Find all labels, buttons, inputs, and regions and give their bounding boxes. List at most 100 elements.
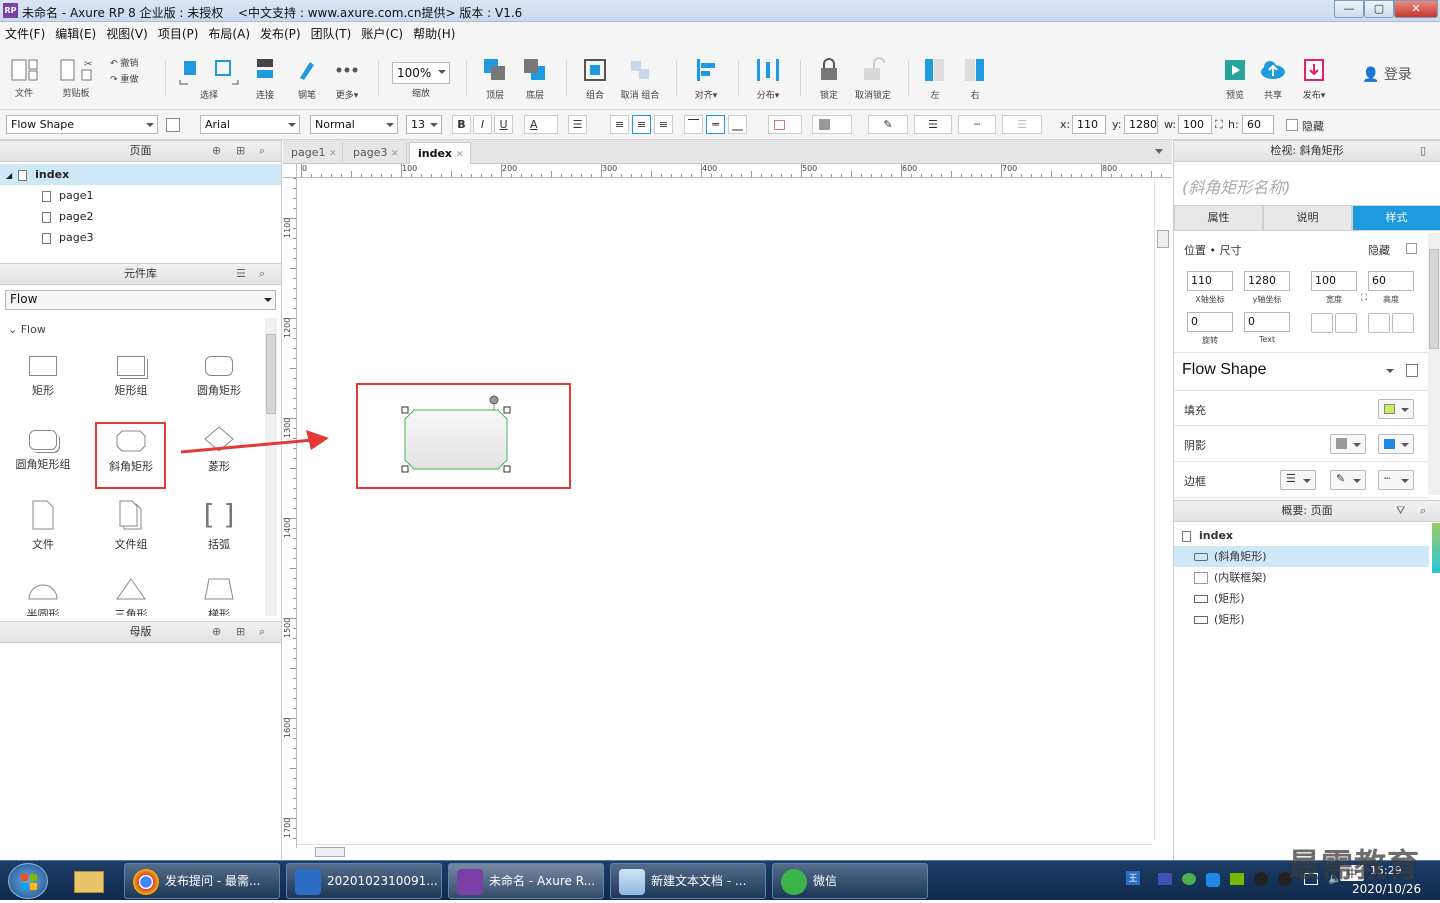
unlock-button[interactable]: 取消锁定 [852,56,894,101]
widget-rectangle-group[interactable]: 矩形组 [101,356,161,398]
menu-file[interactable]: 文件(F) [0,22,50,45]
inspector-hidden-checkbox[interactable] [1406,243,1417,254]
menu-account[interactable]: 账户(C) [356,22,408,45]
preview-button[interactable]: 预览 [1220,56,1250,101]
outer-shadow-picker[interactable] [1330,434,1366,454]
tab-page1[interactable]: page1 ✕ [283,142,343,164]
top-layer-button[interactable]: 顶层 [480,56,510,101]
outline-root[interactable]: index [1174,525,1429,546]
outline-item[interactable]: (矩形) [1174,609,1429,630]
add-master-icon[interactable]: ⊕ [212,622,221,642]
flip-horizontal-icon[interactable] [1311,313,1333,333]
menu-team[interactable]: 团队(T) [306,22,357,45]
tabs-dropdown-icon[interactable] [1155,149,1163,154]
maximize-button[interactable]: ▢ [1364,0,1394,18]
horizontal-scrollbar[interactable] [297,844,1152,858]
search-icon[interactable]: ⌕ [259,141,265,161]
shadow-button[interactable] [812,115,852,134]
flip-vertical-icon[interactable] [1335,313,1357,333]
task-notepad[interactable]: 新建文本文档 - ... [610,863,766,899]
menu-arrange[interactable]: 布局(A) [203,22,255,45]
tab-style[interactable]: 样式 [1352,205,1440,231]
page-item-index[interactable]: ◢ index [0,164,281,185]
connect-button[interactable]: 连接 [250,56,280,101]
rotation-input[interactable]: 0 [1187,312,1233,332]
align-button[interactable]: 对齐▾ [688,56,724,101]
inner-shadow-picker[interactable] [1378,434,1414,454]
inspector-y-input[interactable]: 1280 [1244,271,1290,291]
tray-qq-icon[interactable] [1254,872,1268,886]
font-size-select[interactable]: 13 [406,115,442,134]
group-button[interactable]: 组合 [578,56,612,101]
menu-publish[interactable]: 发布(P) [255,22,306,45]
fit-width-icon[interactable] [1368,313,1390,333]
underline-button[interactable]: U [494,115,513,134]
menu-edit[interactable]: 编辑(E) [50,22,101,45]
inspector-scrollbar[interactable] [1428,233,1440,495]
text-rotation-input[interactable]: 0 [1244,312,1290,332]
align-text-left-icon[interactable]: ≡ [610,115,629,134]
library-group[interactable]: ⌄ Flow [8,323,46,336]
outline-item[interactable]: (内联框架) [1174,567,1429,588]
notes-icon[interactable]: ▯ [1420,141,1426,161]
task-visio[interactable]: 2020102310091... [286,863,442,899]
aspect-lock-icon[interactable]: ⛶ [1215,118,1223,132]
page-item-page1[interactable]: page1 [0,185,281,206]
search-icon[interactable]: ⌕ [259,622,265,642]
line-color-icon[interactable]: ✎ [868,115,908,134]
page-item-page2[interactable]: page2 [0,206,281,227]
tray-nvidia-icon[interactable] [1230,873,1244,885]
h-input[interactable]: 60 [1242,115,1274,134]
fill-color-picker[interactable] [1378,399,1414,419]
bottom-layer-button[interactable]: 底层 [520,56,550,101]
hidden-checkbox[interactable] [1286,119,1298,131]
y-input[interactable]: 1280 [1124,115,1158,134]
menu-help[interactable]: 帮助(H) [408,22,460,45]
login-button[interactable]: 👤 登录 [1362,64,1412,84]
zoom-select[interactable]: 100% [392,62,450,84]
valign-middle-icon[interactable]: ═ [706,115,725,134]
close-icon[interactable]: ✕ [456,150,464,160]
widget-semicircle[interactable]: 半圆形 [13,578,73,616]
distribute-button[interactable]: 分布▾ [750,56,786,101]
inspector-h-input[interactable]: 60 [1368,271,1414,291]
line-pattern-icon[interactable]: ┄ [958,115,996,134]
widget-file-group[interactable]: 文件组 [101,500,161,552]
align-left-button[interactable]: 左 [920,56,950,101]
file-explorer-icon[interactable] [68,865,110,897]
add-page-icon[interactable]: ⊕ [212,141,221,161]
widget-bevel-rectangle[interactable]: 斜角矩形 [101,430,161,474]
font-color-button[interactable]: A [524,115,558,134]
font-weight-select[interactable]: Normal [310,115,398,134]
arrow-style-icon[interactable]: ☰ [1002,115,1042,134]
undo-button[interactable]: ↶ 撤销 [110,56,150,69]
bold-button[interactable]: B [452,115,471,134]
widget-triangle[interactable]: 三角形 [101,578,161,616]
inspector-w-input[interactable]: 100 [1311,271,1357,291]
share-button[interactable]: 共享 [1258,56,1288,101]
menu-icon[interactable]: ☰ [236,264,246,284]
add-folder-icon[interactable]: ⊞ [236,622,245,642]
task-wechat[interactable]: 微信 [772,863,928,899]
clipboard-button[interactable]: ✂ 剪贴板 [56,56,96,99]
align-text-center-icon[interactable]: ≡ [632,115,651,134]
tray-icon[interactable] [1158,873,1172,885]
menu-project[interactable]: 项目(P) [153,22,204,45]
widget-bracket[interactable]: [ ] 括弧 [189,500,249,552]
align-text-right-icon[interactable]: ≡ [654,115,673,134]
publish-button[interactable]: 发布▾ [1296,56,1332,101]
pen-button[interactable]: 钢笔 [292,56,322,101]
border-weight-picker[interactable]: ☰ [1280,470,1316,490]
close-icon[interactable]: ✕ [391,149,399,159]
task-axure[interactable]: 未命名 - Axure R... [448,863,604,899]
style-edit-icon[interactable] [1406,364,1418,377]
italic-button[interactable]: I [473,115,492,134]
more-button[interactable]: 更多▾ [330,56,364,101]
select-button[interactable]: 选择 [176,56,242,101]
widget-rounded-rectangle-group[interactable]: 圆角矩形组 [13,430,73,472]
close-icon[interactable]: ✕ [329,149,337,159]
ime-icon[interactable]: 王 [1126,871,1140,885]
search-icon[interactable]: ⌕ [259,264,265,284]
line-weight-icon[interactable]: ☰ [914,115,952,134]
tray-wechat-icon[interactable] [1182,873,1196,885]
